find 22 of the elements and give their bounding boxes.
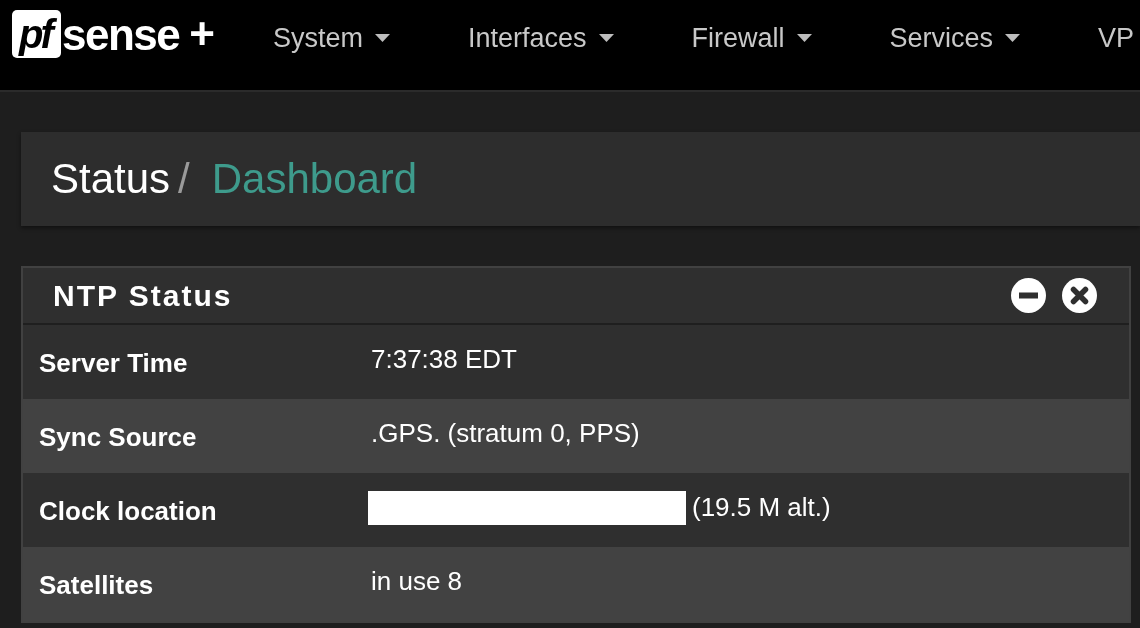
nav-menu-item[interactable]: Firewall	[652, 22, 851, 54]
nav-menu-item[interactable]: System	[233, 22, 429, 54]
close-circle-icon	[1062, 278, 1097, 313]
nav-menu-item[interactable]: VP	[1059, 22, 1140, 54]
breadcrumb-separator: /	[178, 155, 190, 203]
close-button[interactable]	[1062, 278, 1097, 313]
row-label: Clock location	[38, 495, 218, 527]
nav-menu-item[interactable]: Services	[850, 22, 1060, 54]
row-value: .GPS. (stratum 0, PPS)	[371, 419, 640, 449]
minimize-button[interactable]	[1011, 278, 1046, 313]
brand-logo[interactable]: pf sense +	[12, 10, 215, 58]
row-value: (19.5 M alt.)	[692, 493, 831, 523]
row-value: in use 8	[371, 567, 463, 597]
nav-menu-item[interactable]: Interfaces	[429, 22, 653, 54]
breadcrumb-link[interactable]: Status	[51, 155, 171, 203]
row-value: 7:37:38 EDT	[371, 345, 517, 375]
row-label: Sync Source	[38, 421, 198, 453]
row-label: Server Time	[38, 347, 189, 379]
panel-title: NTP Status	[53, 279, 233, 312]
breadcrumb-link[interactable]: Dashboard	[211, 155, 418, 203]
row-label: Satellites	[38, 569, 155, 601]
minus-circle-icon	[1011, 278, 1046, 313]
